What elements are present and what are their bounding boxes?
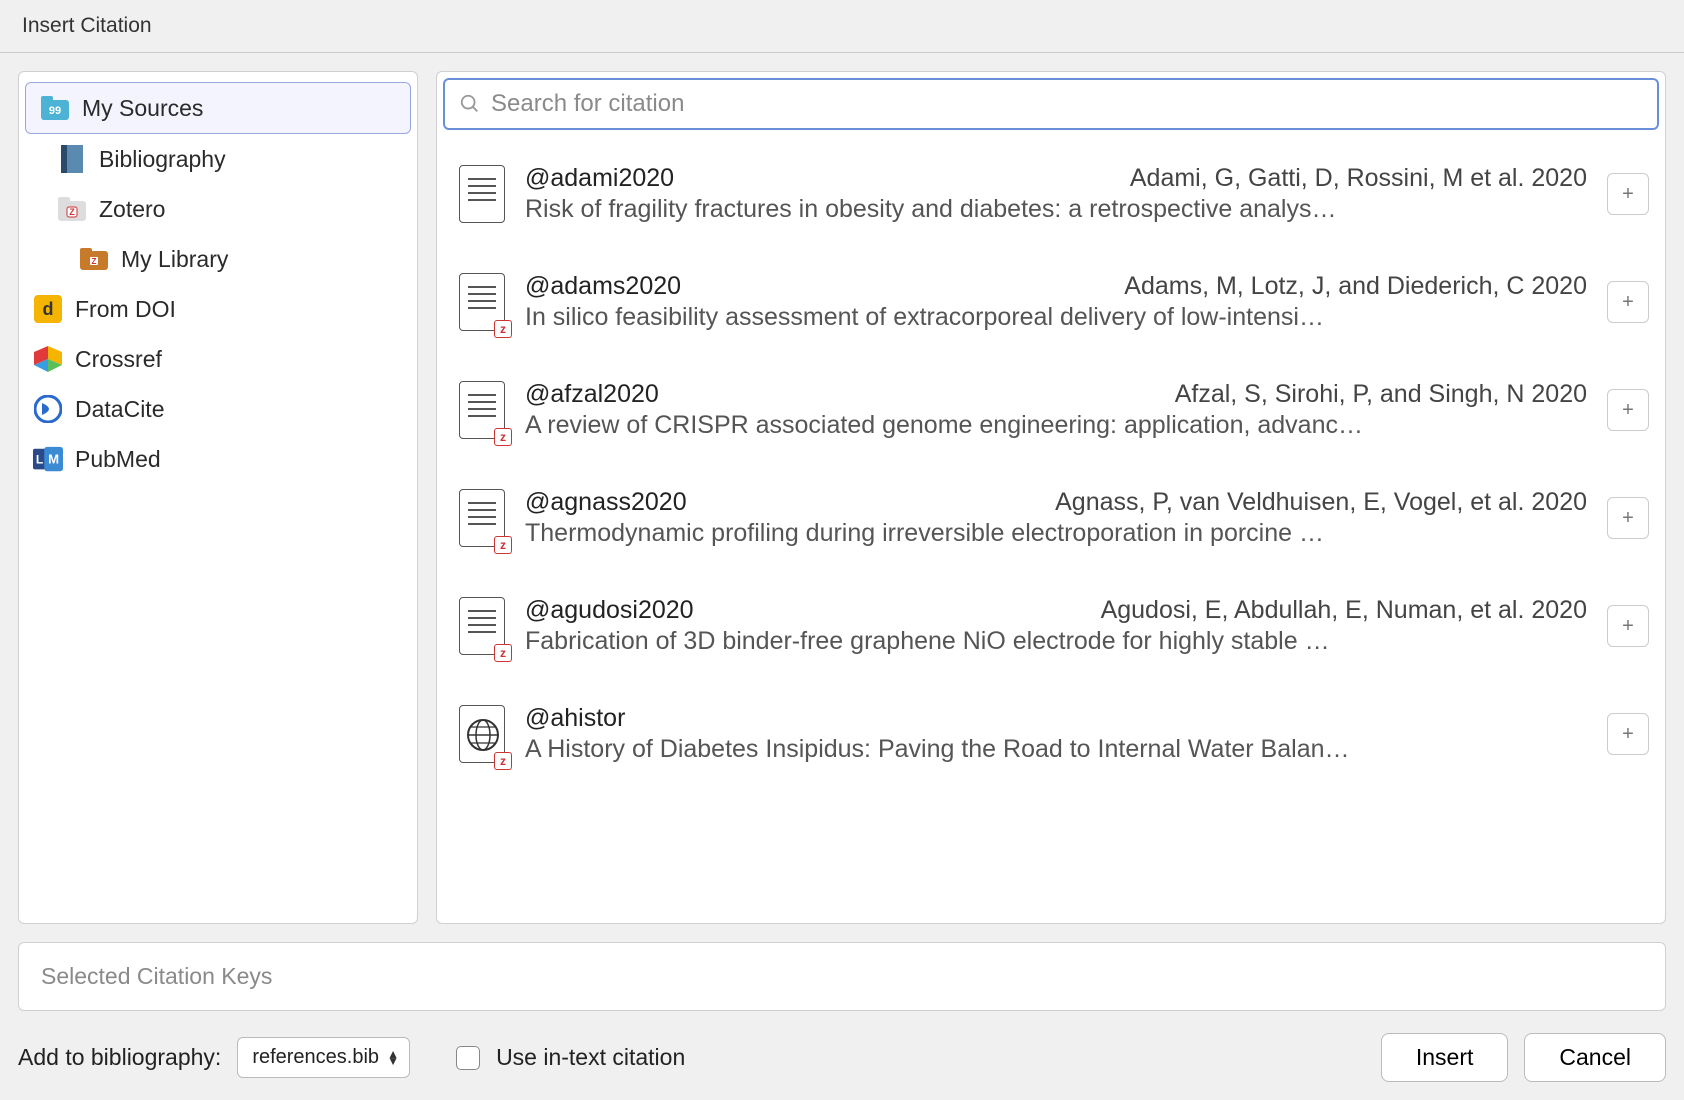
selected-keys-field[interactable]: Selected Citation Keys: [18, 942, 1666, 1011]
citation-row[interactable]: z @afzal2020 Afzal, S, Sirohi, P, and Sing…: [459, 356, 1649, 464]
intext-label: Use in-text citation: [496, 1044, 685, 1071]
citation-authors: Afzal, S, Sirohi, P, and Singh, N 2020: [1175, 380, 1587, 409]
intext-checkbox[interactable]: [456, 1046, 480, 1070]
sidebar-item-zotero[interactable]: Z Zotero: [19, 184, 417, 234]
dialog-title: Insert Citation: [0, 0, 1684, 53]
document-icon: z: [459, 381, 505, 439]
globe-icon: z: [459, 705, 505, 763]
crossref-icon: [33, 344, 63, 374]
sidebar-item-label: DataCite: [75, 396, 164, 423]
add-citation-button[interactable]: +: [1607, 497, 1649, 539]
pubmed-icon: LM: [33, 444, 63, 474]
citation-authors: Agudosi, E, Abdullah, E, Numan, et al. 2…: [1101, 596, 1587, 625]
cancel-button[interactable]: Cancel: [1524, 1033, 1666, 1082]
book-icon: [57, 144, 87, 174]
citation-key: @adams2020: [525, 272, 681, 301]
search-container: [443, 78, 1659, 130]
citation-key: @ahistor: [525, 704, 625, 733]
add-citation-button[interactable]: +: [1607, 173, 1649, 215]
document-icon: z: [459, 489, 505, 547]
sidebar-item-label: Bibliography: [99, 146, 226, 173]
citation-row[interactable]: @adami2020 Adami, G, Gatti, D, Rossini, M…: [459, 140, 1649, 248]
zotero-badge-icon: z: [494, 752, 512, 770]
folder-z-icon: Z: [57, 194, 87, 224]
citation-title: Fabrication of 3D binder-free graphene N…: [525, 627, 1587, 656]
doi-icon: d: [33, 294, 63, 324]
sidebar-item-label: From DOI: [75, 296, 176, 323]
citation-key: @agudosi2020: [525, 596, 694, 625]
citation-key: @agnass2020: [525, 488, 687, 517]
datacite-icon: [33, 394, 63, 424]
citation-row[interactable]: z @agnass2020 Agnass, P, van Veldhuisen, E…: [459, 464, 1649, 572]
citation-results: @adami2020 Adami, G, Gatti, D, Rossini, M…: [437, 130, 1665, 923]
sidebar-item-my-library[interactable]: Z My Library: [19, 234, 417, 284]
add-citation-button[interactable]: +: [1607, 605, 1649, 647]
svg-text:99: 99: [49, 105, 61, 117]
library-icon: Z: [79, 244, 109, 274]
sidebar-item-from-doi[interactable]: d From DOI: [19, 284, 417, 334]
svg-text:d: d: [43, 299, 54, 319]
sources-icon: 99: [40, 93, 70, 123]
sidebar-item-crossref[interactable]: Crossref: [19, 334, 417, 384]
document-icon: [459, 165, 505, 223]
zotero-badge-icon: z: [494, 644, 512, 662]
zotero-badge-icon: z: [494, 320, 512, 338]
sidebar-item-label: My Sources: [82, 95, 203, 122]
sidebar-item-label: Crossref: [75, 346, 162, 373]
sidebar-item-my-sources[interactable]: 99 My Sources: [25, 82, 411, 134]
citation-title: A review of CRISPR associated genome eng…: [525, 411, 1587, 440]
citation-authors: Adams, M, Lotz, J, and Diederich, C 2020: [1124, 272, 1587, 301]
source-sidebar: 99 My Sources Bibliography Z Zotero Z My Libra…: [18, 71, 418, 924]
citation-row[interactable]: z @agudosi2020 Agudosi, E, Abdullah, E, Nu…: [459, 572, 1649, 680]
biblio-label: Add to bibliography:: [18, 1044, 221, 1071]
svg-text:L: L: [36, 453, 44, 467]
zotero-badge-icon: z: [494, 428, 512, 446]
add-citation-button[interactable]: +: [1607, 281, 1649, 323]
sidebar-item-label: PubMed: [75, 446, 161, 473]
sidebar-item-bibliography[interactable]: Bibliography: [19, 134, 417, 184]
search-input[interactable]: [491, 90, 1643, 118]
insert-button[interactable]: Insert: [1381, 1033, 1509, 1082]
citation-title: Risk of fragility fractures in obesity a…: [525, 195, 1587, 224]
citation-authors: Agnass, P, van Veldhuisen, E, Vogel, et …: [1055, 488, 1587, 517]
svg-text:Z: Z: [92, 257, 97, 266]
sidebar-item-label: Zotero: [99, 196, 165, 223]
biblio-select[interactable]: references.bib ▲▼: [237, 1037, 410, 1078]
document-icon: z: [459, 273, 505, 331]
svg-text:M: M: [48, 452, 59, 467]
citation-key: @adami2020: [525, 164, 674, 193]
sidebar-item-label: My Library: [121, 246, 228, 273]
search-icon: [459, 93, 481, 115]
citation-title: In silico feasibility assessment of extr…: [525, 303, 1587, 332]
zotero-badge-icon: z: [494, 536, 512, 554]
sidebar-item-datacite[interactable]: DataCite: [19, 384, 417, 434]
citation-key: @afzal2020: [525, 380, 659, 409]
citation-authors: Adami, G, Gatti, D, Rossini, M et al. 20…: [1130, 164, 1587, 193]
add-citation-button[interactable]: +: [1607, 389, 1649, 431]
citation-title: Thermodynamic profiling during irreversi…: [525, 519, 1587, 548]
svg-text:Z: Z: [69, 207, 75, 217]
citation-row[interactable]: z @ahistorA History of Diabetes Insipidus…: [459, 680, 1649, 788]
sidebar-item-pubmed[interactable]: LM PubMed: [19, 434, 417, 484]
citation-row[interactable]: z @adams2020 Adams, M, Lotz, J, and Dieder…: [459, 248, 1649, 356]
add-citation-button[interactable]: +: [1607, 713, 1649, 755]
citation-title: A History of Diabetes Insipidus: Paving …: [525, 735, 1587, 764]
document-icon: z: [459, 597, 505, 655]
